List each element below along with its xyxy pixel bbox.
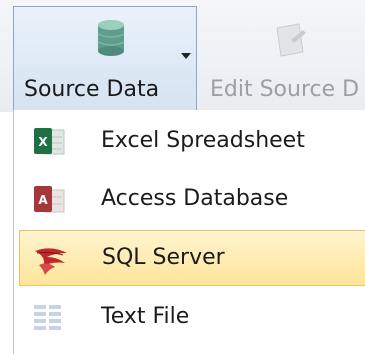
- menu-item-label: SQL Server: [102, 245, 225, 270]
- source-data-dropdown-menu: X Excel Spreadsheet A Access Database SQ…: [13, 110, 365, 354]
- sql-server-icon: [35, 248, 67, 275]
- source-data-label: Source Data: [24, 77, 160, 102]
- edit-source-icon: [276, 23, 306, 57]
- edit-source-label: Edit Source D: [210, 77, 360, 102]
- source-data-button[interactable]: Source Data: [13, 6, 197, 110]
- excel-icon: X: [34, 128, 65, 155]
- menu-item-label: Access Database: [101, 186, 289, 211]
- ribbon: Source Data Edit Source D: [0, 0, 365, 112]
- access-icon: A: [34, 186, 65, 213]
- menu-item-label: Text File: [101, 304, 190, 329]
- menu-item-sql-server[interactable]: SQL Server: [19, 230, 365, 286]
- database-icon: [97, 20, 125, 56]
- menu-item-access-database[interactable]: A Access Database: [19, 172, 365, 228]
- menu-item-label: Excel Spreadsheet: [101, 128, 305, 153]
- menu-item-text-file[interactable]: Text File: [19, 290, 365, 346]
- chevron-down-icon: [181, 53, 191, 59]
- edit-source-button[interactable]: Edit Source D: [198, 6, 365, 110]
- svg-text:A: A: [38, 193, 48, 207]
- svg-text:X: X: [38, 135, 48, 149]
- menu-item-excel-spreadsheet[interactable]: X Excel Spreadsheet: [19, 114, 365, 170]
- text-file-icon: [34, 305, 61, 330]
